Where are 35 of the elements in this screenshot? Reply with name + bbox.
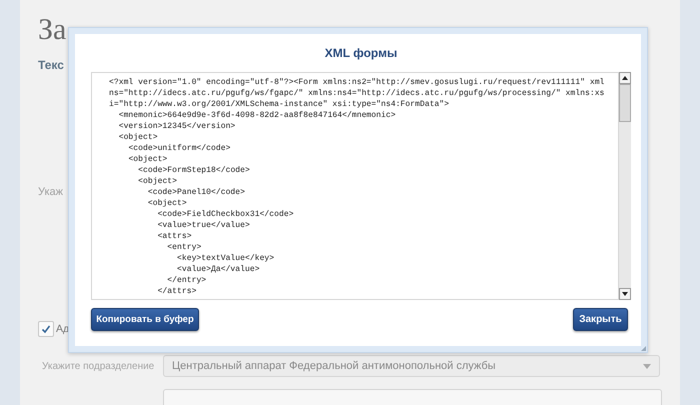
dialog-title: XML формы [324, 45, 398, 62]
xml-line: <object> [127, 154, 168, 165]
xml-line: <attrs> [156, 231, 193, 242]
close-button[interactable]: Закрыть [573, 308, 628, 331]
xml-line: <object> [146, 198, 188, 209]
xml-line: <code>FieldCheckbox31</code> [156, 209, 295, 220]
xml-text-area[interactable] [91, 72, 619, 300]
section-label: Текс [38, 58, 65, 72]
copy-button[interactable]: Копировать в буфер [91, 308, 199, 331]
xml-line: <code>Panel10</code> [146, 187, 246, 198]
scroll-down-icon[interactable] [619, 288, 631, 300]
checkbox[interactable] [38, 321, 54, 337]
check-icon [41, 324, 51, 334]
xml-line: </entry> [166, 275, 208, 286]
xml-line: <object> [137, 176, 178, 187]
page-title: За [38, 12, 68, 48]
xml-line: <value>true</value> [156, 220, 251, 231]
resize-grip-icon[interactable] [641, 346, 646, 351]
caret-icon [643, 364, 651, 368]
scrollbar[interactable] [619, 72, 631, 300]
xml-line: <value>Да</value> [176, 264, 261, 275]
xml-line: <key>textValue</key> [176, 253, 276, 264]
xml-line: <?xml version="1.0" encoding="utf-8"?><Form xmlns:ns2="http://smev.gosuslugi.ru/request/rev111111" xmlns="http://idecs.atc.ru/pgufg/ws/fgapc/" xmlns:ns4="http://idecs.atc.ru/pgufg/ws/processing/" xmlns:xsi="http://www.w3.org/2001/XMLSchema-instance" xsi:type="ns4:FormData"> [109, 77, 604, 110]
subdivision-label: Укажите подразделение [42, 360, 156, 372]
xml-line: <code>FormStep18</code> [137, 165, 251, 176]
xml-line: <version>12345</version> [118, 121, 236, 132]
scroll-up-icon[interactable] [619, 72, 631, 84]
input-field[interactable] [163, 389, 662, 405]
xml-line: <mnemonic>664e9d9e-3f6d-4098-82d2-aa8f8e847164</mnemonic> [118, 110, 397, 121]
xml-line: <object> [118, 132, 159, 143]
xml-line: <entry> [166, 242, 202, 253]
xml-line: <code>unitform</code> [127, 143, 232, 154]
scrollbar-thumb[interactable] [619, 84, 631, 122]
xml-line: </attrs> [156, 286, 198, 297]
field-label: Укаж [38, 186, 64, 198]
